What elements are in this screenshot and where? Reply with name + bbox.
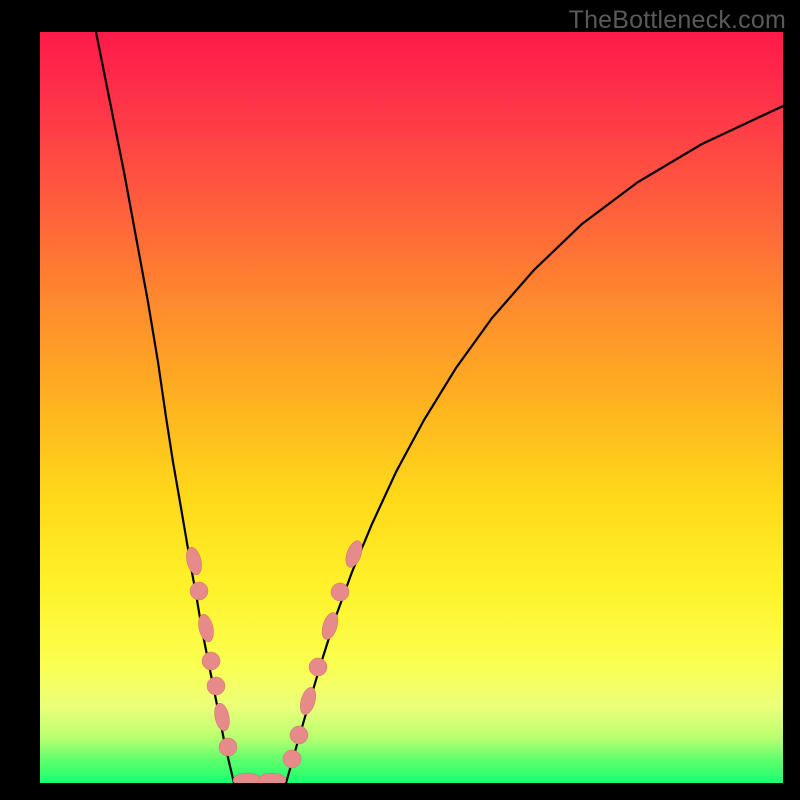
data-point-lozenge (319, 611, 341, 642)
data-point-lozenge (258, 773, 286, 783)
curve-left-branch (96, 32, 234, 783)
chart-markers (184, 538, 366, 783)
data-point-dot (309, 658, 327, 676)
data-point-dot (207, 677, 225, 695)
data-point-lozenge (184, 546, 204, 577)
data-point-dot (290, 726, 308, 744)
data-point-dot (202, 652, 220, 670)
data-point-dot (219, 738, 237, 756)
data-point-lozenge (297, 686, 318, 717)
data-point-dot (190, 582, 208, 600)
data-point-lozenge (343, 538, 366, 569)
chart-frame (40, 32, 783, 783)
data-point-lozenge (233, 773, 261, 783)
watermark-text: TheBottleneck.com (569, 6, 786, 35)
data-point-dot (283, 750, 301, 768)
data-point-lozenge (212, 702, 232, 732)
curve-right-branch (286, 106, 783, 783)
chart-svg (40, 32, 783, 783)
data-point-dot (331, 583, 349, 601)
